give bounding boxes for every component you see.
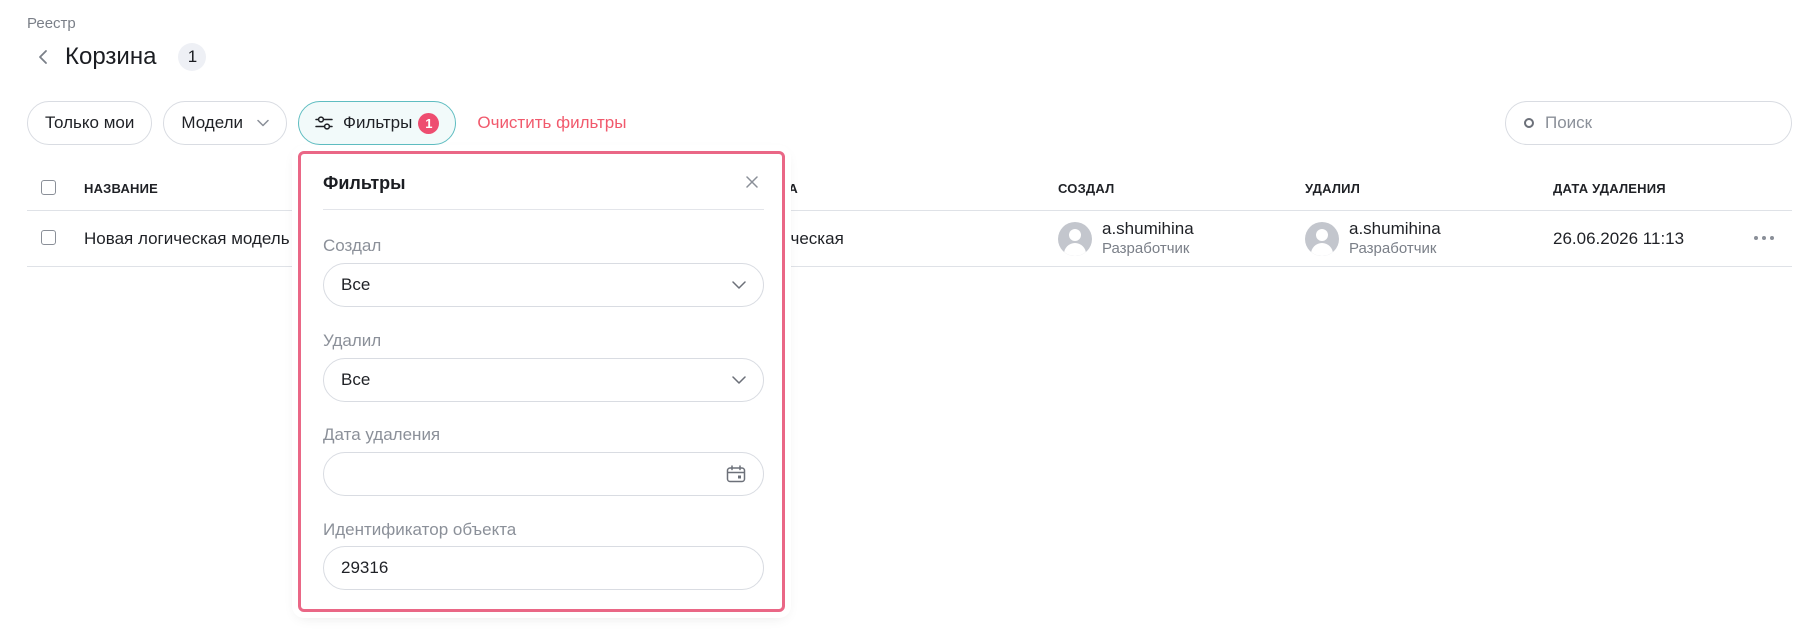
filters-button[interactable]: Фильтры 1 [298, 101, 457, 145]
row-created-by: a.shumihina Разработчик [1058, 218, 1194, 259]
filter-toolbar: Только мои Модели Фильтры 1 Очистить фил… [27, 101, 626, 145]
chevron-down-icon [732, 376, 746, 384]
breadcrumb[interactable]: Реестр [27, 15, 76, 32]
created-by-role: Разработчик [1102, 240, 1190, 257]
items-count-badge: 1 [178, 43, 207, 71]
chevron-down-icon [257, 119, 269, 127]
more-dots-icon[interactable] [1754, 236, 1774, 240]
row-type: ическая [781, 229, 844, 248]
models-label: Модели [181, 113, 244, 132]
created-by-name: a.shumihina [1102, 219, 1194, 238]
calendar-icon[interactable] [726, 465, 746, 483]
object-id-filter-input[interactable]: 29316 [323, 546, 764, 590]
column-created-by[interactable]: СОЗДАЛ [1058, 181, 1114, 196]
clear-filters-link[interactable]: Очистить фильтры [477, 113, 626, 133]
deleted-at-filter-input[interactable] [323, 452, 764, 496]
back-button[interactable] [27, 41, 59, 73]
filters-popup: Фильтры Создал Все Удалил Все Дата удале… [298, 151, 785, 612]
sliders-icon [315, 115, 333, 131]
models-dropdown[interactable]: Модели [163, 101, 288, 145]
column-name[interactable]: НАЗВАНИЕ [84, 181, 158, 196]
only-mine-label: Только мои [45, 113, 135, 132]
table-header: НАЗВАНИЕ ТА СОЗДАЛ УДАЛИЛ ДАТА УДАЛЕНИЯ [27, 171, 1792, 211]
column-deleted-at[interactable]: ДАТА УДАЛЕНИЯ [1553, 181, 1666, 196]
filters-popup-title: Фильтры [323, 173, 406, 193]
deleted-by-role: Разработчик [1349, 240, 1437, 257]
close-icon[interactable] [744, 174, 760, 190]
deleted-by-filter-value: Все [341, 370, 371, 389]
search-box[interactable] [1505, 101, 1792, 145]
row-deleted-at: 26.06.2026 11:13 [1553, 229, 1685, 248]
row-deleted-by: a.shumihina Разработчик [1305, 218, 1441, 259]
created-by-filter-label: Создал [323, 236, 382, 255]
page-title: Корзина [65, 43, 157, 70]
user-avatar-icon [1305, 221, 1339, 256]
deleted-by-filter-select[interactable]: Все [323, 358, 764, 402]
search-icon [1524, 118, 1534, 128]
filters-count-badge: 1 [418, 112, 440, 134]
only-mine-button[interactable]: Только мои [27, 101, 153, 145]
search-input[interactable] [1545, 113, 1765, 133]
column-deleted-by[interactable]: УДАЛИЛ [1305, 181, 1360, 196]
row-checkbox[interactable] [41, 230, 56, 245]
deleted-by-filter-label: Удалил [323, 331, 382, 350]
chevron-down-icon [732, 281, 746, 289]
created-by-filter-select[interactable]: Все [323, 263, 764, 307]
table-row[interactable]: Новая логическая модель ическая a.shumih… [27, 212, 1792, 267]
filters-label: Фильтры [343, 113, 413, 132]
object-id-filter-value: 29316 [341, 558, 389, 577]
object-id-filter-label: Идентификатор объекта [323, 520, 517, 539]
user-avatar-icon [1058, 221, 1092, 256]
filters-popup-header: Фильтры [323, 154, 764, 210]
created-by-filter-value: Все [341, 275, 371, 294]
row-name[interactable]: Новая логическая модель [84, 229, 290, 249]
title-row: Корзина 1 [27, 40, 207, 74]
select-all-checkbox[interactable] [41, 180, 56, 195]
deleted-by-name: a.shumihina [1349, 219, 1441, 238]
deleted-at-filter-label: Дата удаления [323, 425, 441, 444]
chevron-left-icon [39, 50, 47, 64]
